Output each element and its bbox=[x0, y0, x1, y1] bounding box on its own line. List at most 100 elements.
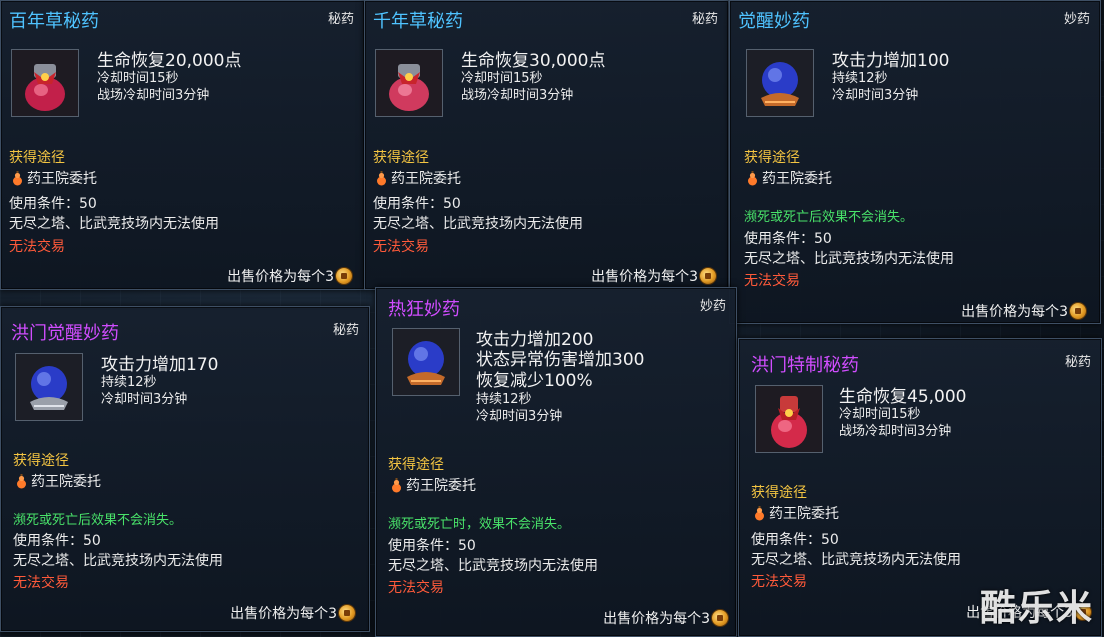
no-trade: 无法交易 bbox=[744, 273, 800, 289]
detail-line: 冷却时间15秒 bbox=[839, 407, 921, 422]
sell-price-text: 出售价格为每个3 bbox=[227, 269, 334, 285]
restriction: 无尽之塔、比武竞技场内无法使用 bbox=[9, 216, 219, 232]
tooltip-card-2: 千年草秘药 秘药 生命恢复30,000点 冷却时间15秒 战场冷却时间3分钟 获… bbox=[364, 0, 729, 290]
sell-price: 出售价格为每个3 bbox=[961, 301, 1086, 321]
coin-icon bbox=[1070, 303, 1086, 319]
effect-line: 恢复减少100% bbox=[476, 371, 593, 391]
gourd-icon bbox=[11, 170, 24, 186]
effect-line: 生命恢复20,000点 bbox=[97, 51, 242, 71]
detail-line: 战场冷却时间3分钟 bbox=[839, 424, 952, 439]
detail-line: 冷却时间3分钟 bbox=[476, 409, 563, 424]
red-potion-icon bbox=[755, 385, 823, 453]
source-text: 药王院委托 bbox=[391, 171, 461, 187]
red-potion-icon bbox=[11, 49, 79, 117]
coin-icon bbox=[339, 605, 355, 621]
item-title: 洪门特制秘药 bbox=[751, 355, 859, 376]
use-condition: 使用条件：50 bbox=[373, 196, 461, 212]
detail-line: 持续12秒 bbox=[476, 392, 532, 407]
source-heading: 获得途径 bbox=[751, 485, 807, 501]
item-category: 秘药 bbox=[332, 323, 359, 338]
effect-line: 生命恢复30,000点 bbox=[461, 51, 606, 71]
detail-line: 持续12秒 bbox=[832, 71, 888, 86]
source-text: 药王院委托 bbox=[769, 506, 839, 522]
use-condition: 使用条件：50 bbox=[388, 538, 476, 554]
source-heading: 获得途径 bbox=[388, 457, 444, 473]
effect-line: 生命恢复45,000 bbox=[839, 387, 967, 407]
gourd-icon bbox=[753, 505, 766, 521]
source-row: 药王院委托 bbox=[753, 503, 839, 523]
detail-line: 冷却时间15秒 bbox=[461, 71, 543, 86]
restriction: 无尽之塔、比武竞技场内无法使用 bbox=[751, 552, 961, 568]
gourd-icon bbox=[746, 170, 759, 186]
no-trade: 无法交易 bbox=[9, 239, 65, 255]
detail-line: 战场冷却时间3分钟 bbox=[97, 88, 210, 103]
source-row: 药王院委托 bbox=[375, 168, 461, 188]
source-text: 药王院委托 bbox=[406, 478, 476, 494]
gourd-icon bbox=[390, 477, 403, 493]
source-heading: 获得途径 bbox=[373, 150, 429, 166]
restriction: 无尽之塔、比武竞技场内无法使用 bbox=[373, 216, 583, 232]
source-row: 药王院委托 bbox=[15, 471, 101, 491]
sell-price-text: 出售价格为每个3 bbox=[591, 269, 698, 285]
effect-line: 状态异常伤害增加300 bbox=[476, 350, 645, 370]
no-trade: 无法交易 bbox=[751, 574, 807, 590]
sell-price-text: 出售价格为每个3 bbox=[961, 304, 1068, 320]
use-condition: 使用条件：50 bbox=[744, 231, 832, 247]
item-category: 秘药 bbox=[327, 12, 354, 27]
no-trade: 无法交易 bbox=[373, 239, 429, 255]
persist-note: 濒死或死亡后效果不会消失。 bbox=[13, 513, 183, 528]
blue-orb-icon bbox=[15, 353, 83, 421]
blue-orb-icon bbox=[392, 328, 460, 396]
sell-price-text: 出售价格为每个3 bbox=[230, 606, 337, 622]
watermark-logo: 酷乐米 bbox=[979, 588, 1094, 629]
red-potion-icon bbox=[375, 49, 443, 117]
sell-price-text: 出售价格为每个3 bbox=[603, 611, 710, 627]
gourd-icon bbox=[15, 473, 28, 489]
restriction: 无尽之塔、比武竞技场内无法使用 bbox=[13, 553, 223, 569]
coin-icon bbox=[336, 268, 352, 284]
source-text: 药王院委托 bbox=[31, 474, 101, 490]
tooltip-card-4: 洪门觉醒妙药 秘药 攻击力增加170 持续12秒 冷却时间3分钟 获得途径 药王… bbox=[0, 306, 370, 632]
source-text: 药王院委托 bbox=[27, 171, 97, 187]
coin-icon bbox=[712, 610, 728, 626]
tooltip-card-1: 百年草秘药 秘药 生命恢复20,000点 冷却时间15秒 战场冷却时间3分钟 获… bbox=[0, 0, 365, 290]
use-condition: 使用条件：50 bbox=[751, 532, 839, 548]
item-category: 妙药 bbox=[699, 299, 726, 314]
detail-line: 战场冷却时间3分钟 bbox=[461, 88, 574, 103]
item-title: 觉醒妙药 bbox=[738, 11, 810, 32]
item-title: 热狂妙药 bbox=[388, 299, 460, 320]
sell-price: 出售价格为每个3 bbox=[603, 608, 728, 628]
coin-icon bbox=[700, 268, 716, 284]
sell-price: 出售价格为每个3 bbox=[227, 266, 352, 286]
detail-line: 冷却时间3分钟 bbox=[101, 392, 188, 407]
item-category: 妙药 bbox=[1063, 12, 1090, 27]
use-condition: 使用条件：50 bbox=[9, 196, 97, 212]
no-trade: 无法交易 bbox=[388, 580, 444, 596]
source-heading: 获得途径 bbox=[13, 453, 69, 469]
item-category: 秘药 bbox=[1064, 355, 1091, 370]
source-heading: 获得途径 bbox=[9, 150, 65, 166]
source-row: 药王院委托 bbox=[390, 475, 476, 495]
sell-price: 出售价格为每个3 bbox=[591, 266, 716, 286]
tooltip-card-5: 热狂妙药 妙药 攻击力增加200 状态异常伤害增加300 恢复减少100% 持续… bbox=[375, 287, 737, 637]
detail-line: 冷却时间3分钟 bbox=[832, 88, 919, 103]
persist-note: 濒死或死亡后效果不会消失。 bbox=[744, 210, 914, 225]
detail-line: 持续12秒 bbox=[101, 375, 157, 390]
item-title: 千年草秘药 bbox=[373, 11, 463, 32]
restriction: 无尽之塔、比武竞技场内无法使用 bbox=[388, 558, 598, 574]
effect-line: 攻击力增加200 bbox=[476, 330, 594, 350]
detail-line: 冷却时间15秒 bbox=[97, 71, 179, 86]
source-heading: 获得途径 bbox=[744, 150, 800, 166]
effect-line: 攻击力增加100 bbox=[832, 51, 950, 71]
item-title: 洪门觉醒妙药 bbox=[11, 323, 119, 344]
item-category: 秘药 bbox=[691, 12, 718, 27]
gourd-icon bbox=[375, 170, 388, 186]
sell-price: 出售价格为每个3 bbox=[230, 603, 355, 623]
item-title: 百年草秘药 bbox=[9, 11, 99, 32]
tooltip-card-3: 觉醒妙药 妙药 攻击力增加100 持续12秒 冷却时间3分钟 获得途径 药王院委… bbox=[729, 0, 1101, 324]
source-text: 药王院委托 bbox=[762, 171, 832, 187]
restriction: 无尽之塔、比武竞技场内无法使用 bbox=[744, 251, 954, 267]
persist-note: 濒死或死亡时，效果不会消失。 bbox=[388, 517, 571, 532]
no-trade: 无法交易 bbox=[13, 575, 69, 591]
blue-orb-icon bbox=[746, 49, 814, 117]
